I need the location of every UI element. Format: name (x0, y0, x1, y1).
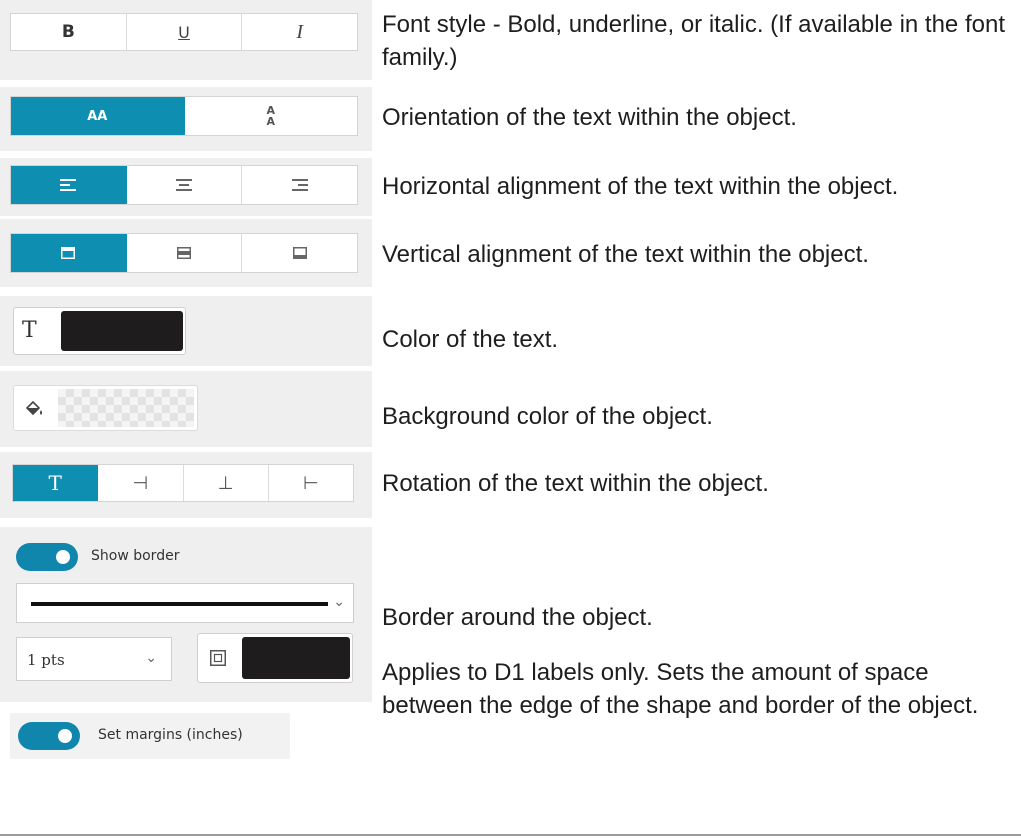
align-left-button[interactable] (11, 166, 127, 204)
horizontal-alignment-row: Horizontal alignment of the text within … (0, 158, 1021, 218)
text-color-letter: T (22, 318, 37, 343)
text-color-swatch[interactable] (61, 311, 183, 351)
italic-button[interactable]: I (242, 14, 357, 50)
orientation-group: AA A A (10, 96, 358, 136)
align-right-button[interactable] (242, 166, 357, 204)
rotation-description: Rotation of the text within the object. (382, 470, 769, 497)
background-color-row: Background color of the object. (0, 371, 1021, 447)
orientation-row: AA A A Orientation of the text within th… (0, 87, 1021, 157)
rotation-none-button[interactable]: T (13, 465, 99, 501)
align-top-button[interactable] (11, 234, 127, 272)
background-color-picker[interactable] (13, 385, 198, 431)
orientation-horizontal-label: AA (87, 108, 108, 124)
border-color-icon (210, 650, 226, 666)
vertical-alignment-description: Vertical alignment of the text within th… (382, 241, 869, 268)
align-left-icon (60, 179, 77, 191)
align-middle-icon (177, 247, 191, 259)
text-color-icon: T (22, 318, 37, 343)
font-style-row: B U I Font style - Bold, underline, or i… (0, 0, 1021, 80)
rotation-row: T ⊣ ⊥ ⊢ Rotation of the text within the … (0, 452, 1021, 522)
border-width-value: 1 pts (27, 651, 65, 669)
paint-bucket-icon (25, 400, 42, 416)
align-bottom-icon (292, 247, 307, 259)
border-description: Border around the object. (382, 604, 653, 631)
background-color-description: Background color of the object. (382, 403, 713, 430)
bottom-divider (0, 834, 1021, 836)
set-margins-label: Set margins (inches) (98, 727, 243, 743)
text-color-description: Color of the text. (382, 326, 559, 353)
border-style-line (31, 602, 328, 606)
orientation-description: Orientation of the text within the objec… (382, 104, 797, 131)
show-border-label: Show border (91, 548, 180, 564)
vertical-alignment-group (10, 233, 358, 273)
background-color-swatch[interactable] (58, 389, 194, 427)
rotation-90-button[interactable]: ⊣ (98, 465, 184, 501)
border-color-swatch[interactable] (242, 637, 350, 679)
rotation-90-label: ⊣ (132, 472, 149, 494)
rotation-180-button[interactable]: ⊥ (184, 465, 269, 501)
margins-row: Set margins (inches) Applies to D1 label… (0, 659, 1021, 834)
chevron-down-icon: ⌄ (333, 594, 345, 610)
rotation-none-label: T (48, 471, 62, 495)
set-margins-toggle[interactable] (18, 722, 80, 750)
align-bottom-button[interactable] (242, 234, 357, 272)
rotation-270-label: ⊢ (303, 472, 319, 494)
chevron-down-icon: ⌄ (145, 650, 157, 666)
border-style-select[interactable]: ⌄ (16, 583, 354, 623)
text-color-row: T Color of the text. (0, 296, 1021, 366)
bold-label: B (61, 22, 75, 42)
text-color-picker[interactable]: T (13, 307, 186, 355)
font-style-description: Font style - Bold, underline, or italic.… (382, 11, 1005, 71)
rotation-180-label: ⊥ (217, 472, 234, 494)
italic-label: I (296, 20, 304, 43)
horizontal-alignment-group (10, 165, 358, 205)
orientation-horizontal-button[interactable]: AA (11, 97, 185, 135)
align-top-icon (61, 247, 76, 259)
vertical-alignment-row: Vertical alignment of the text within th… (0, 219, 1021, 291)
rotation-group: T ⊣ ⊥ ⊢ (12, 464, 354, 502)
align-right-icon (291, 179, 308, 191)
horizontal-alignment-description: Horizontal alignment of the text within … (382, 173, 899, 200)
border-color-picker[interactable] (197, 633, 353, 683)
orientation-vertical-button[interactable]: A A (185, 97, 358, 135)
orientation-vertical-label: A A (266, 104, 275, 128)
font-style-group: B U I (10, 13, 358, 51)
align-center-button[interactable] (127, 166, 243, 204)
show-border-toggle[interactable] (16, 543, 78, 571)
bold-button[interactable]: B (11, 14, 127, 50)
underline-button[interactable]: U (127, 14, 243, 50)
underline-label: U (178, 22, 190, 42)
border-width-select[interactable]: 1 pts ⌄ (16, 637, 172, 681)
align-middle-button[interactable] (127, 234, 243, 272)
align-center-icon (176, 179, 192, 191)
rotation-270-button[interactable]: ⊢ (269, 465, 353, 501)
margins-description: Applies to D1 labels only. Sets the amou… (382, 659, 979, 719)
